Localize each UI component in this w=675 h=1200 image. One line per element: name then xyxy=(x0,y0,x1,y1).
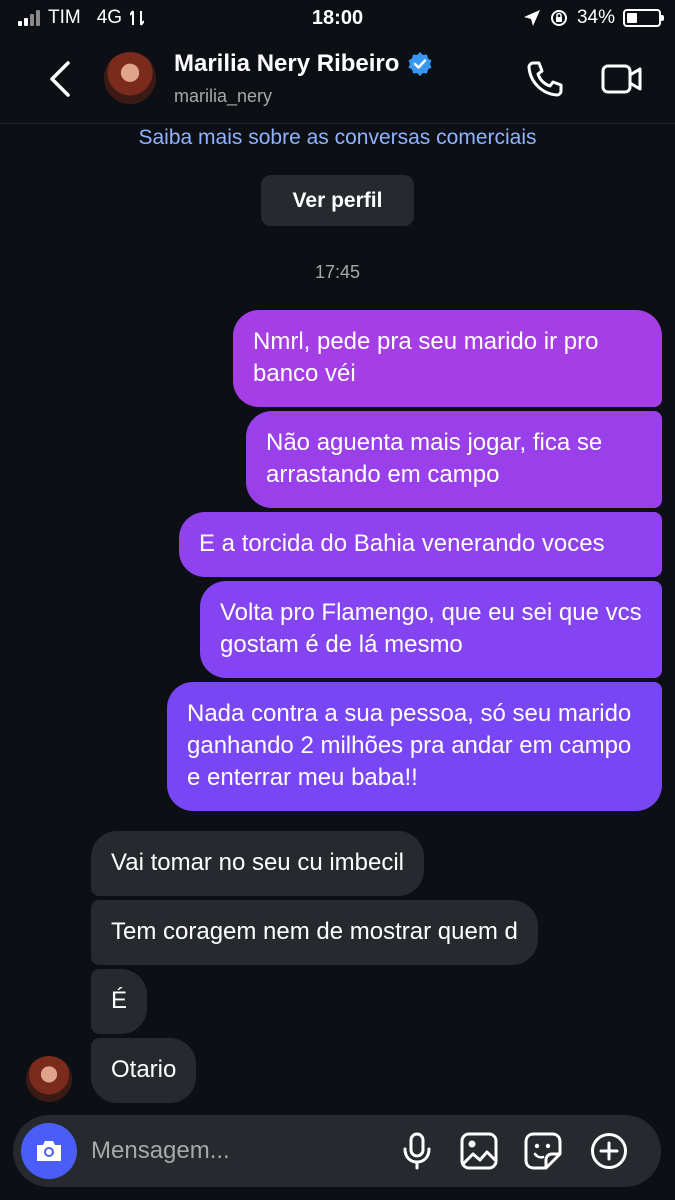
sticker-button[interactable] xyxy=(523,1131,563,1171)
back-icon xyxy=(50,61,70,97)
gallery-button[interactable] xyxy=(459,1131,499,1171)
rotation-lock-icon xyxy=(550,10,567,26)
plus-icon xyxy=(591,1133,627,1169)
received-message[interactable]: Tem coragem nem de mostrar quem d xyxy=(91,900,538,965)
chat-header: Marilia Nery Ribeiro marilia_nery xyxy=(0,36,675,124)
more-options-button[interactable] xyxy=(589,1131,629,1171)
sent-message[interactable]: Volta pro Flamengo, que eu sei que vcs g… xyxy=(200,581,662,678)
business-conversations-link[interactable]: Saiba mais sobre as conversas comerciais xyxy=(0,126,675,150)
camera-button[interactable] xyxy=(21,1123,77,1179)
received-message[interactable]: Vai tomar no seu cu imbecil xyxy=(91,831,425,896)
back-button[interactable] xyxy=(40,56,80,102)
message-timestamp: 17:45 xyxy=(314,262,361,282)
message-input[interactable] xyxy=(91,1133,391,1169)
message-composer xyxy=(13,1115,661,1187)
sender-avatar[interactable] xyxy=(26,1056,72,1102)
battery-fill xyxy=(627,13,638,23)
contact-name-row[interactable]: Marilia Nery Ribeiro xyxy=(174,50,433,78)
sent-message[interactable]: E a torcida do Bahia venerando voces xyxy=(179,512,662,577)
contact-name: Marilia Nery Ribeiro xyxy=(174,50,400,77)
camera-icon xyxy=(37,1141,61,1161)
microphone-icon xyxy=(403,1132,431,1170)
contact-avatar[interactable] xyxy=(104,52,156,104)
battery-percent: 34% xyxy=(576,7,615,28)
sent-message[interactable]: Nada contra a sua pessoa, só seu marido … xyxy=(167,682,662,811)
sticker-icon xyxy=(524,1132,562,1170)
voice-message-button[interactable] xyxy=(397,1131,437,1171)
contact-handle: marilia_nery xyxy=(174,86,273,106)
received-message[interactable]: Otario xyxy=(91,1038,197,1103)
location-arrow-icon xyxy=(523,10,540,26)
view-profile-button[interactable]: Ver perfil xyxy=(261,175,414,226)
video-icon xyxy=(601,64,642,94)
status-right: 34% xyxy=(523,7,664,29)
video-call-button[interactable] xyxy=(600,58,644,100)
sent-message[interactable]: Nmrl, pede pra seu marido ir pro banco v… xyxy=(233,310,662,407)
image-icon xyxy=(460,1132,498,1170)
verified-badge-icon xyxy=(408,52,432,76)
battery-icon xyxy=(623,9,664,27)
sent-message[interactable]: Não aguenta mais jogar, fica se arrastan… xyxy=(246,411,662,508)
status-bar: TIM 4G 18:00 34% xyxy=(0,0,675,36)
phone-icon xyxy=(527,61,563,97)
voice-call-button[interactable] xyxy=(524,58,566,100)
received-message[interactable]: É xyxy=(91,969,148,1034)
